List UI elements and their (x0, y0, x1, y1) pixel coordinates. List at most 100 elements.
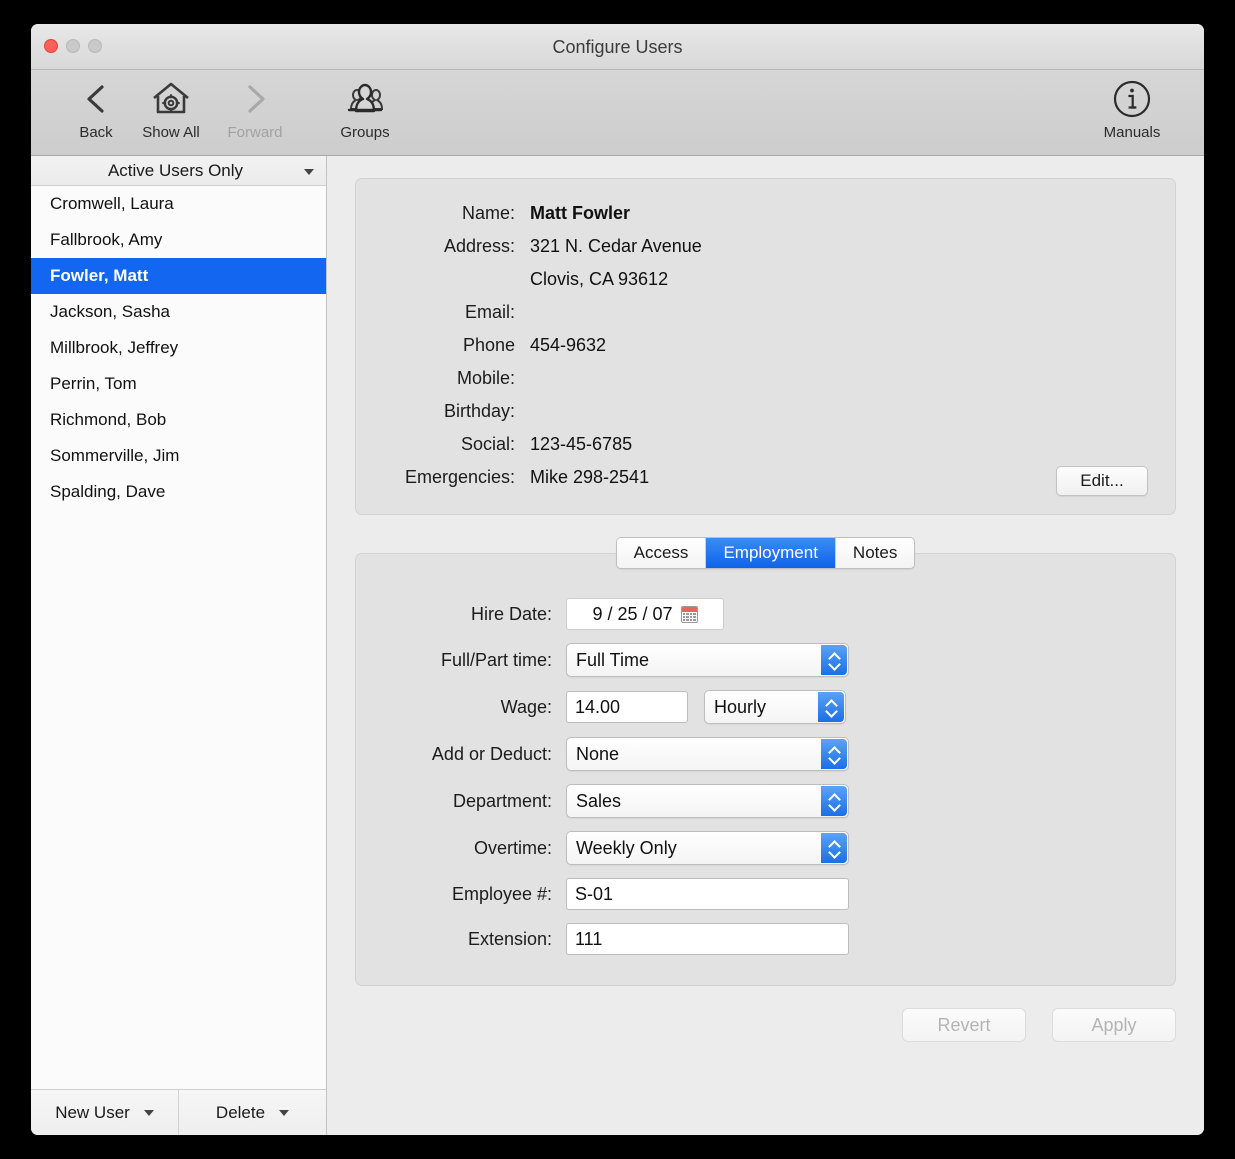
chevron-down-icon (279, 1109, 290, 1116)
stepper-icon[interactable] (821, 786, 847, 816)
user-list[interactable]: Cromwell, Laura Fallbrook, Amy Fowler, M… (31, 186, 326, 1089)
info-row-mobile: Mobile: (356, 362, 1175, 395)
extension-label: Extension: (467, 928, 552, 949)
user-filter-popup[interactable]: Active Users Only (31, 156, 326, 186)
info-row-email: Email: (356, 296, 1175, 329)
info-value-address: 321 N. Cedar Avenue Clovis, CA 93612 (530, 230, 702, 296)
stepper-icon[interactable] (821, 833, 847, 863)
stepper-icon[interactable] (821, 645, 847, 675)
hire-date-label: Hire Date: (470, 603, 552, 624)
toolbar-forward-button[interactable]: Forward (213, 70, 297, 156)
list-item[interactable]: Spalding, Dave (31, 474, 326, 510)
toolbar-back-button[interactable]: Back (63, 70, 129, 156)
field-row-department: Department: Sales (356, 784, 1175, 818)
list-item[interactable]: Millbrook, Jeffrey (31, 330, 326, 366)
wage-value: 14.00 (575, 696, 621, 717)
toolbar-back-label: Back (79, 124, 113, 141)
tab-notes[interactable]: Notes (834, 538, 915, 568)
employee-number-label: Employee #: (451, 883, 552, 904)
list-item-selected[interactable]: Fowler, Matt (31, 258, 326, 294)
user-detail-pane: Name: Matt Fowler Address: 321 N. Cedar … (327, 156, 1204, 1135)
users-sidebar: Active Users Only Cromwell, Laura Fallbr… (31, 156, 327, 1135)
field-row-hire-date: Hire Date: 9 / 25 / 07 (356, 598, 1175, 630)
delete-user-button[interactable]: Delete (178, 1090, 326, 1135)
info-label: Mobile: (456, 368, 515, 388)
field-row-full-part-time: Full/Part time: Full Time (356, 643, 1175, 677)
user-name: Spalding, Dave (50, 482, 166, 501)
tab-access[interactable]: Access (616, 538, 706, 568)
window-title: Configure Users (552, 37, 683, 57)
title-bar: Configure Users (31, 24, 1204, 70)
list-item[interactable]: Sommerville, Jim (31, 438, 326, 474)
hire-date-input[interactable]: 9 / 25 / 07 (566, 598, 724, 630)
user-name: Sommerville, Jim (50, 446, 180, 465)
window-body: Active Users Only Cromwell, Laura Fallbr… (31, 156, 1204, 1135)
department-label: Department: (452, 790, 552, 811)
delete-label: Delete (215, 1102, 266, 1122)
info-value-social: 123-45-6785 (530, 434, 633, 454)
employment-panel: Hire Date: 9 / 25 / 07 Full/Part time: F… (355, 553, 1176, 986)
revert-button[interactable]: Revert (902, 1008, 1026, 1042)
list-item[interactable]: Richmond, Bob (31, 402, 326, 438)
department-value: Sales (576, 790, 622, 811)
info-value-phone: 454-9632 (530, 335, 607, 355)
info-row-social: Social: 123-45-6785 (356, 428, 1175, 461)
info-circle-icon (1111, 78, 1153, 120)
info-label: Birthday: (443, 401, 515, 421)
toolbar-manuals-button[interactable]: Manuals (1084, 70, 1180, 156)
wage-label: Wage: (500, 696, 552, 717)
user-name: Richmond, Bob (50, 410, 167, 429)
user-filter-label: Active Users Only (107, 160, 244, 180)
wage-unit-value: Hourly (714, 696, 767, 717)
user-name: Fallbrook, Amy (50, 230, 163, 249)
field-row-wage: Wage: 14.00 Hourly (356, 690, 1175, 724)
apply-button[interactable]: Apply (1052, 1008, 1176, 1042)
list-item[interactable]: Jackson, Sasha (31, 294, 326, 330)
chevron-down-icon (143, 1109, 154, 1116)
extension-input[interactable]: 111 (566, 923, 849, 955)
overtime-value: Weekly Only (576, 837, 677, 858)
list-item[interactable]: Perrin, Tom (31, 366, 326, 402)
extension-value: 111 (575, 928, 603, 949)
toolbar-groups-label: Groups (340, 124, 390, 141)
add-or-deduct-label: Add or Deduct: (431, 743, 552, 764)
list-item[interactable]: Cromwell, Laura (31, 186, 326, 222)
stepper-icon[interactable] (818, 692, 844, 722)
list-item[interactable]: Fallbrook, Amy (31, 222, 326, 258)
user-name: Fowler, Matt (50, 266, 149, 285)
info-row-name: Name: Matt Fowler (356, 197, 1175, 230)
edit-button[interactable]: Edit... (1056, 466, 1148, 496)
toolbar-groups-button[interactable]: Groups (320, 70, 410, 156)
add-or-deduct-value: None (576, 743, 620, 764)
new-user-button[interactable]: New User (31, 1090, 178, 1135)
address-line-2: Clovis, CA 93612 (530, 269, 669, 289)
field-row-employee-number: Employee #: S-01 (356, 878, 1175, 910)
wage-input[interactable]: 14.00 (566, 691, 688, 723)
info-label: Phone (462, 335, 515, 355)
info-label: Name: (461, 203, 515, 223)
full-part-time-select[interactable]: Full Time (566, 643, 849, 677)
toolbar-show-all-label: Show All (142, 124, 200, 141)
toolbar-manuals-label: Manuals (1103, 124, 1161, 141)
detail-action-bar: Revert Apply (355, 986, 1176, 1135)
calendar-icon[interactable] (680, 605, 698, 623)
info-row-birthday: Birthday: (356, 395, 1175, 428)
field-row-overtime: Overtime: Weekly Only (356, 831, 1175, 865)
info-row-emergencies: Emergencies: Mike 298-2541 (356, 461, 1175, 494)
info-row-address: Address: 321 N. Cedar Avenue Clovis, CA … (356, 230, 1175, 296)
tab-bar: Access Employment Notes (355, 537, 1176, 569)
hire-date-value: 9 / 25 / 07 (592, 603, 673, 624)
toolbar-show-all-button[interactable]: Show All (129, 70, 213, 156)
field-row-extension: Extension: 111 (356, 923, 1175, 955)
employee-number-input[interactable]: S-01 (566, 878, 849, 910)
toolbar: Back Show All Forward Groups Manuals (31, 70, 1204, 156)
address-line-1: 321 N. Cedar Avenue (530, 236, 702, 256)
tab-employment[interactable]: Employment (705, 538, 835, 568)
department-select[interactable]: Sales (566, 784, 849, 818)
info-label: Email: (464, 302, 515, 322)
overtime-select[interactable]: Weekly Only (566, 831, 849, 865)
info-label: Address: (443, 236, 515, 256)
add-or-deduct-select[interactable]: None (566, 737, 849, 771)
stepper-icon[interactable] (821, 739, 847, 769)
wage-unit-select[interactable]: Hourly (704, 690, 846, 724)
